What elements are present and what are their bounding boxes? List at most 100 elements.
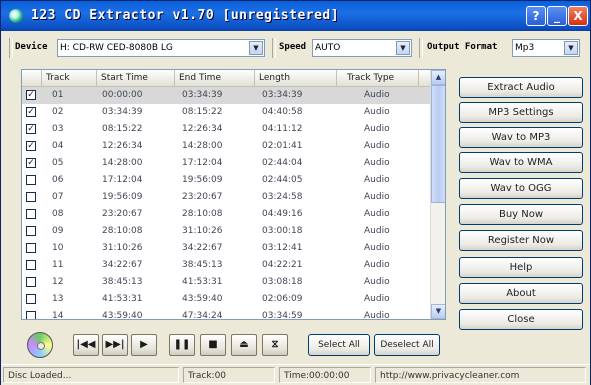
cell-length: 02:06:09 bbox=[262, 294, 303, 304]
track-checkbox[interactable] bbox=[26, 226, 36, 236]
chevron-down-icon[interactable]: ▼ bbox=[249, 41, 263, 55]
play-button[interactable]: ▶ bbox=[131, 334, 157, 356]
table-row[interactable]: 06 17:12:04 19:56:09 02:44:05 Audio bbox=[22, 172, 430, 189]
track-checkbox[interactable] bbox=[26, 243, 36, 253]
table-row[interactable]: 11 34:22:67 38:45:13 04:22:21 Audio bbox=[22, 257, 430, 274]
checkbox-column-header[interactable] bbox=[22, 70, 42, 86]
table-row[interactable]: ✓ 05 14:28:00 17:12:04 02:44:04 Audio bbox=[22, 155, 430, 172]
cell-length: 03:24:58 bbox=[262, 192, 303, 202]
cell-type: Audio bbox=[364, 277, 390, 287]
track-checkbox[interactable]: ✓ bbox=[26, 141, 36, 151]
mp3-settings-button[interactable]: MP3 Settings bbox=[459, 102, 583, 123]
track-checkbox[interactable] bbox=[26, 260, 36, 270]
wav-to-wma-button[interactable]: Wav to WMA bbox=[459, 152, 583, 173]
close-button[interactable]: Close bbox=[459, 309, 583, 330]
speed-select[interactable]: AUTO ▼ bbox=[312, 39, 412, 57]
minimize-button[interactable]: _ bbox=[547, 6, 567, 26]
cell-start: 34:22:67 bbox=[102, 260, 143, 270]
cell-length: 03:34:59 bbox=[262, 311, 303, 320]
eject-button[interactable]: ⏏ bbox=[231, 334, 257, 356]
stop-button[interactable]: ■ bbox=[200, 334, 226, 356]
cell-type: Audio bbox=[364, 260, 390, 270]
cell-track: 02 bbox=[52, 107, 64, 117]
cell-type: Audio bbox=[364, 158, 390, 168]
cell-start: 38:45:13 bbox=[102, 277, 143, 287]
cell-end: 38:45:13 bbox=[182, 260, 223, 270]
track-checkbox[interactable]: ✓ bbox=[26, 124, 36, 134]
about-button[interactable]: About bbox=[459, 283, 583, 304]
track-checkbox[interactable] bbox=[26, 294, 36, 304]
cell-track: 07 bbox=[52, 192, 64, 202]
track-checkbox[interactable]: ✓ bbox=[26, 158, 36, 168]
cell-end: 03:34:39 bbox=[182, 90, 223, 100]
table-row[interactable]: ✓ 03 08:15:22 12:26:34 04:11:12 Audio bbox=[22, 121, 430, 138]
table-row[interactable]: ✓ 02 03:34:39 08:15:22 04:40:58 Audio bbox=[22, 104, 430, 121]
track-list-scrollbar[interactable]: ▲ ▼ bbox=[430, 70, 445, 319]
column-header-track-type[interactable]: Track Type bbox=[337, 70, 419, 86]
previous-track-button[interactable]: |◀◀ bbox=[73, 334, 99, 356]
column-header-track[interactable]: Track bbox=[42, 70, 97, 86]
output-format-value: Mp3 bbox=[515, 43, 535, 53]
output-format-select[interactable]: Mp3 ▼ bbox=[512, 39, 580, 57]
status-bar: Disc Loaded... Track:00 Time:00:00:00 ht… bbox=[1, 364, 590, 385]
table-row[interactable]: 08 23:20:67 28:10:08 04:49:16 Audio bbox=[22, 206, 430, 223]
cell-length: 03:34:39 bbox=[262, 90, 303, 100]
load-button[interactable]: ⧖ bbox=[262, 334, 288, 356]
cell-length: 02:44:04 bbox=[262, 158, 303, 168]
buy-now-button[interactable]: Buy Now bbox=[459, 204, 583, 225]
track-checkbox[interactable]: ✓ bbox=[26, 90, 36, 100]
table-row[interactable]: 12 38:45:13 41:53:31 03:08:18 Audio bbox=[22, 274, 430, 291]
table-row[interactable]: ✓ 04 12:26:34 14:28:00 02:01:41 Audio bbox=[22, 138, 430, 155]
wav-to-mp3-button[interactable]: Wav to MP3 bbox=[459, 127, 583, 148]
register-now-button[interactable]: Register Now bbox=[459, 230, 583, 251]
table-row[interactable]: ✓ 01 00:00:00 03:34:39 03:34:39 Audio bbox=[22, 87, 430, 104]
close-window-button[interactable]: X bbox=[568, 6, 588, 26]
table-row[interactable]: 07 19:56:09 23:20:67 03:24:58 Audio bbox=[22, 189, 430, 206]
help-button[interactable]: Help bbox=[459, 257, 583, 278]
scroll-down-arrow-icon[interactable]: ▼ bbox=[431, 304, 445, 319]
device-select[interactable]: H: CD-RW CED-8080B LG ▼ bbox=[57, 39, 265, 57]
chevron-down-icon[interactable]: ▼ bbox=[564, 41, 578, 55]
track-checkbox[interactable] bbox=[26, 209, 36, 219]
next-track-button[interactable]: ▶▶| bbox=[102, 334, 128, 356]
cell-length: 03:00:18 bbox=[262, 226, 303, 236]
table-row[interactable]: 09 28:10:08 31:10:26 03:00:18 Audio bbox=[22, 223, 430, 240]
column-header-start-time[interactable]: Start Time bbox=[97, 70, 175, 86]
track-checkbox[interactable] bbox=[26, 175, 36, 185]
cell-track: 04 bbox=[52, 141, 64, 151]
track-checkbox[interactable]: ✓ bbox=[26, 107, 36, 117]
cd-disc-icon bbox=[27, 332, 53, 358]
eject-icon: ⏏ bbox=[239, 339, 249, 350]
scrollbar-thumb[interactable] bbox=[431, 85, 445, 203]
pause-button[interactable]: ❚❚ bbox=[169, 334, 195, 356]
track-list[interactable]: Track Start Time End Time Length Track T… bbox=[21, 69, 446, 320]
column-header-length[interactable]: Length bbox=[255, 70, 337, 86]
table-row[interactable]: 14 43:59:40 47:34:24 03:34:59 Audio bbox=[22, 308, 430, 320]
extract-audio-button[interactable]: Extract Audio bbox=[459, 77, 583, 98]
status-message: Disc Loaded... bbox=[3, 367, 179, 383]
stop-icon: ■ bbox=[208, 339, 218, 350]
status-url-link[interactable]: http://www.privacycleaner.com bbox=[375, 367, 586, 383]
cell-length: 02:01:41 bbox=[262, 141, 303, 151]
column-header-end-time[interactable]: End Time bbox=[175, 70, 255, 86]
cell-end: 17:12:04 bbox=[182, 158, 223, 168]
scroll-up-arrow-icon[interactable]: ▲ bbox=[431, 70, 445, 85]
wav-to-ogg-button[interactable]: Wav to OGG bbox=[459, 178, 583, 199]
table-row[interactable]: 10 31:10:26 34:22:67 03:12:41 Audio bbox=[22, 240, 430, 257]
cell-end: 08:15:22 bbox=[182, 107, 223, 117]
chevron-down-icon[interactable]: ▼ bbox=[396, 41, 410, 55]
deselect-all-button[interactable]: Deselect All bbox=[374, 334, 440, 356]
track-checkbox[interactable] bbox=[26, 192, 36, 202]
cell-type: Audio bbox=[364, 192, 390, 202]
cell-track: 06 bbox=[52, 175, 64, 185]
device-label: Device bbox=[15, 42, 48, 52]
settings-toolbar: Device H: CD-RW CED-8080B LG ▼ Speed AUT… bbox=[9, 38, 584, 60]
title-bar[interactable]: 123 CD Extractor v1.70 [unregistered] ? … bbox=[1, 1, 590, 31]
cell-type: Audio bbox=[364, 294, 390, 304]
select-all-button[interactable]: Select All bbox=[308, 334, 370, 356]
help-title-button[interactable]: ? bbox=[526, 6, 546, 26]
track-checkbox[interactable] bbox=[26, 311, 36, 319]
cell-type: Audio bbox=[364, 311, 390, 320]
track-checkbox[interactable] bbox=[26, 277, 36, 287]
table-row[interactable]: 13 41:53:31 43:59:40 02:06:09 Audio bbox=[22, 291, 430, 308]
